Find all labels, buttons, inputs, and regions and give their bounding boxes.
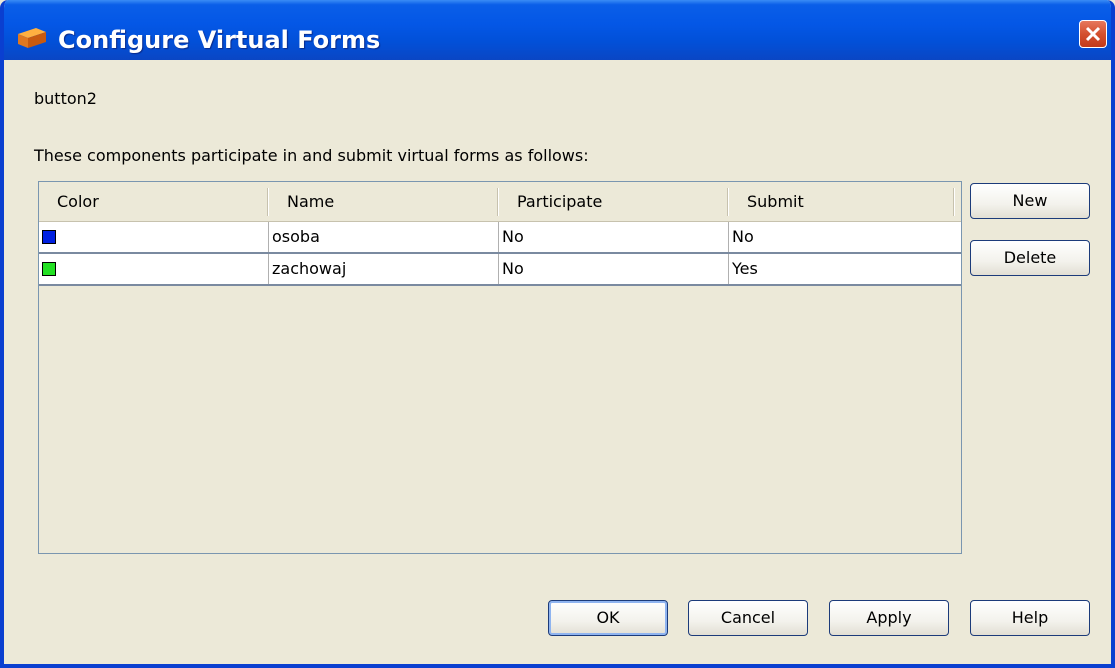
table-header: Color Name Participate Submit (39, 182, 961, 222)
component-name-label: button2 (34, 89, 97, 108)
title-bar[interactable]: Configure Virtual Forms (4, 0, 1111, 60)
apply-button[interactable]: Apply (829, 600, 949, 636)
table-row[interactable]: osoba No No (39, 222, 961, 254)
name-cell[interactable]: osoba (269, 222, 499, 252)
column-divider[interactable] (953, 188, 955, 216)
cube-icon (18, 28, 46, 48)
window-title: Configure Virtual Forms (58, 26, 381, 54)
virtual-forms-table[interactable]: Color Name Participate Submit osoba No N… (38, 181, 962, 554)
description-label: These components participate in and subm… (34, 146, 589, 165)
close-button[interactable] (1079, 20, 1107, 48)
name-cell[interactable]: zachowaj (269, 254, 499, 284)
color-cell[interactable] (39, 222, 269, 252)
table-row[interactable]: zachowaj No Yes (39, 254, 961, 286)
color-cell[interactable] (39, 254, 269, 284)
new-button[interactable]: New (970, 183, 1090, 219)
submit-cell[interactable]: Yes (729, 254, 961, 284)
cancel-button[interactable]: Cancel (688, 600, 808, 636)
help-button[interactable]: Help (970, 600, 1090, 636)
column-header-color[interactable]: Color (39, 182, 267, 222)
submit-cell[interactable]: No (729, 222, 961, 252)
participate-cell[interactable]: No (499, 222, 729, 252)
color-swatch (42, 262, 56, 276)
participate-cell[interactable]: No (499, 254, 729, 284)
delete-button[interactable]: Delete (970, 240, 1090, 276)
dialog-window: Configure Virtual Forms button2 These co… (0, 0, 1115, 668)
column-header-participate[interactable]: Participate (499, 182, 729, 222)
ok-button[interactable]: OK (548, 600, 668, 636)
color-swatch (42, 230, 56, 244)
column-header-name[interactable]: Name (269, 182, 499, 222)
column-header-submit[interactable]: Submit (729, 182, 955, 222)
close-icon (1085, 26, 1101, 42)
